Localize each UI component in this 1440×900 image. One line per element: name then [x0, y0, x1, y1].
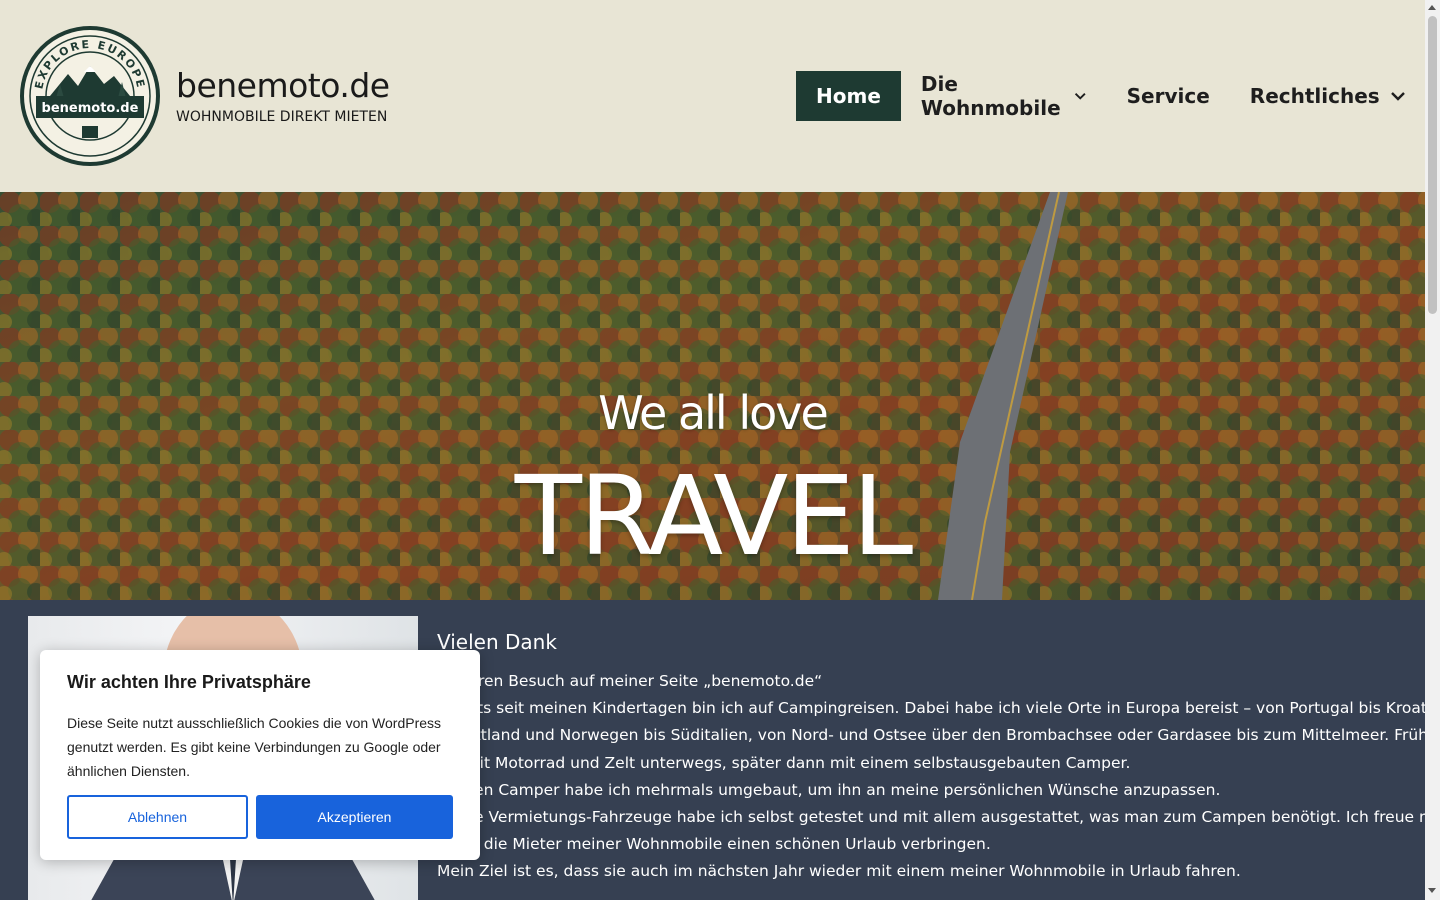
nav-label-wohnmobile: Die Wohnmobile: [920, 72, 1061, 120]
nav-item-rechtliches[interactable]: Rechtliches: [1230, 71, 1426, 121]
intro-paragraph: für Ihren Besuch auf meiner Seite „benem…: [437, 672, 823, 690]
site-tagline: WOHNMOBILE DIREKT MIETEN: [176, 109, 388, 125]
nav-item-home[interactable]: Home: [796, 71, 901, 121]
site-title[interactable]: benemoto.de: [176, 66, 390, 105]
accept-button[interactable]: Akzeptieren: [256, 795, 453, 839]
nav-item-service[interactable]: Service: [1107, 71, 1230, 121]
intro-paragraph: Meinen Camper habe ich mehrmals umgebaut…: [437, 780, 1221, 799]
logo-band-text: benemoto.de: [42, 101, 139, 116]
intro-paragraph: ich mit Motorrad und Zelt unterwegs, spä…: [437, 753, 1131, 772]
chevron-down-icon: [1390, 92, 1405, 101]
hero-banner: We all love TRAVEL: [0, 192, 1425, 600]
scroll-down-arrow-icon[interactable]: [1428, 888, 1436, 893]
cookie-buttons: Ablehnen Akzeptieren: [67, 795, 453, 839]
decline-button[interactable]: Ablehnen: [67, 795, 248, 839]
cookie-consent-banner: Wir achten Ihre Privatsphäre Diese Seite…: [40, 650, 480, 860]
nav-label-service: Service: [1126, 84, 1210, 108]
intro-paragraph: Bereits seit meinen Kindertagen bin ich …: [437, 699, 1425, 718]
hero-subtitle: We all love: [598, 386, 829, 440]
chevron-down-icon: [1075, 92, 1086, 100]
intro-paragraph: Schottland und Norwegen bis Süditalien, …: [437, 726, 1425, 745]
intro-text: Vielen Dank für Ihren Besuch auf meiner …: [437, 630, 1425, 886]
cookie-text: Diese Seite nutzt ausschließlich Cookies…: [67, 715, 442, 779]
nav-item-wohnmobile[interactable]: Die Wohnmobile: [901, 71, 1107, 121]
intro-paragraph: Meine Vermietungs-Fahrzeuge habe ich sel…: [437, 808, 1425, 827]
intro-paragraph: wenn die Mieter meiner Wohnmobile einen …: [437, 835, 991, 854]
intro-heading: Vielen Dank: [437, 630, 557, 654]
main-nav: Home Die Wohnmobile Service Rechtliches: [796, 71, 1426, 121]
site-header: benemoto.de EXPLORE EUROPE benemoto.de W…: [0, 0, 1425, 192]
nav-label-rechtliches: Rechtliches: [1249, 84, 1380, 108]
intro-paragraph: Mein Ziel ist es, dass sie auch im nächs…: [437, 862, 1241, 881]
cookie-title: Wir achten Ihre Privatsphäre: [67, 672, 311, 692]
nav-label-home: Home: [816, 84, 881, 108]
site-logo[interactable]: benemoto.de EXPLORE EUROPE: [20, 26, 160, 166]
scroll-up-arrow-icon[interactable]: [1428, 5, 1436, 10]
scrollbar-thumb[interactable]: [1428, 16, 1437, 314]
hero-title: TRAVEL: [514, 452, 913, 580]
page-scrollbar[interactable]: [1425, 0, 1440, 900]
